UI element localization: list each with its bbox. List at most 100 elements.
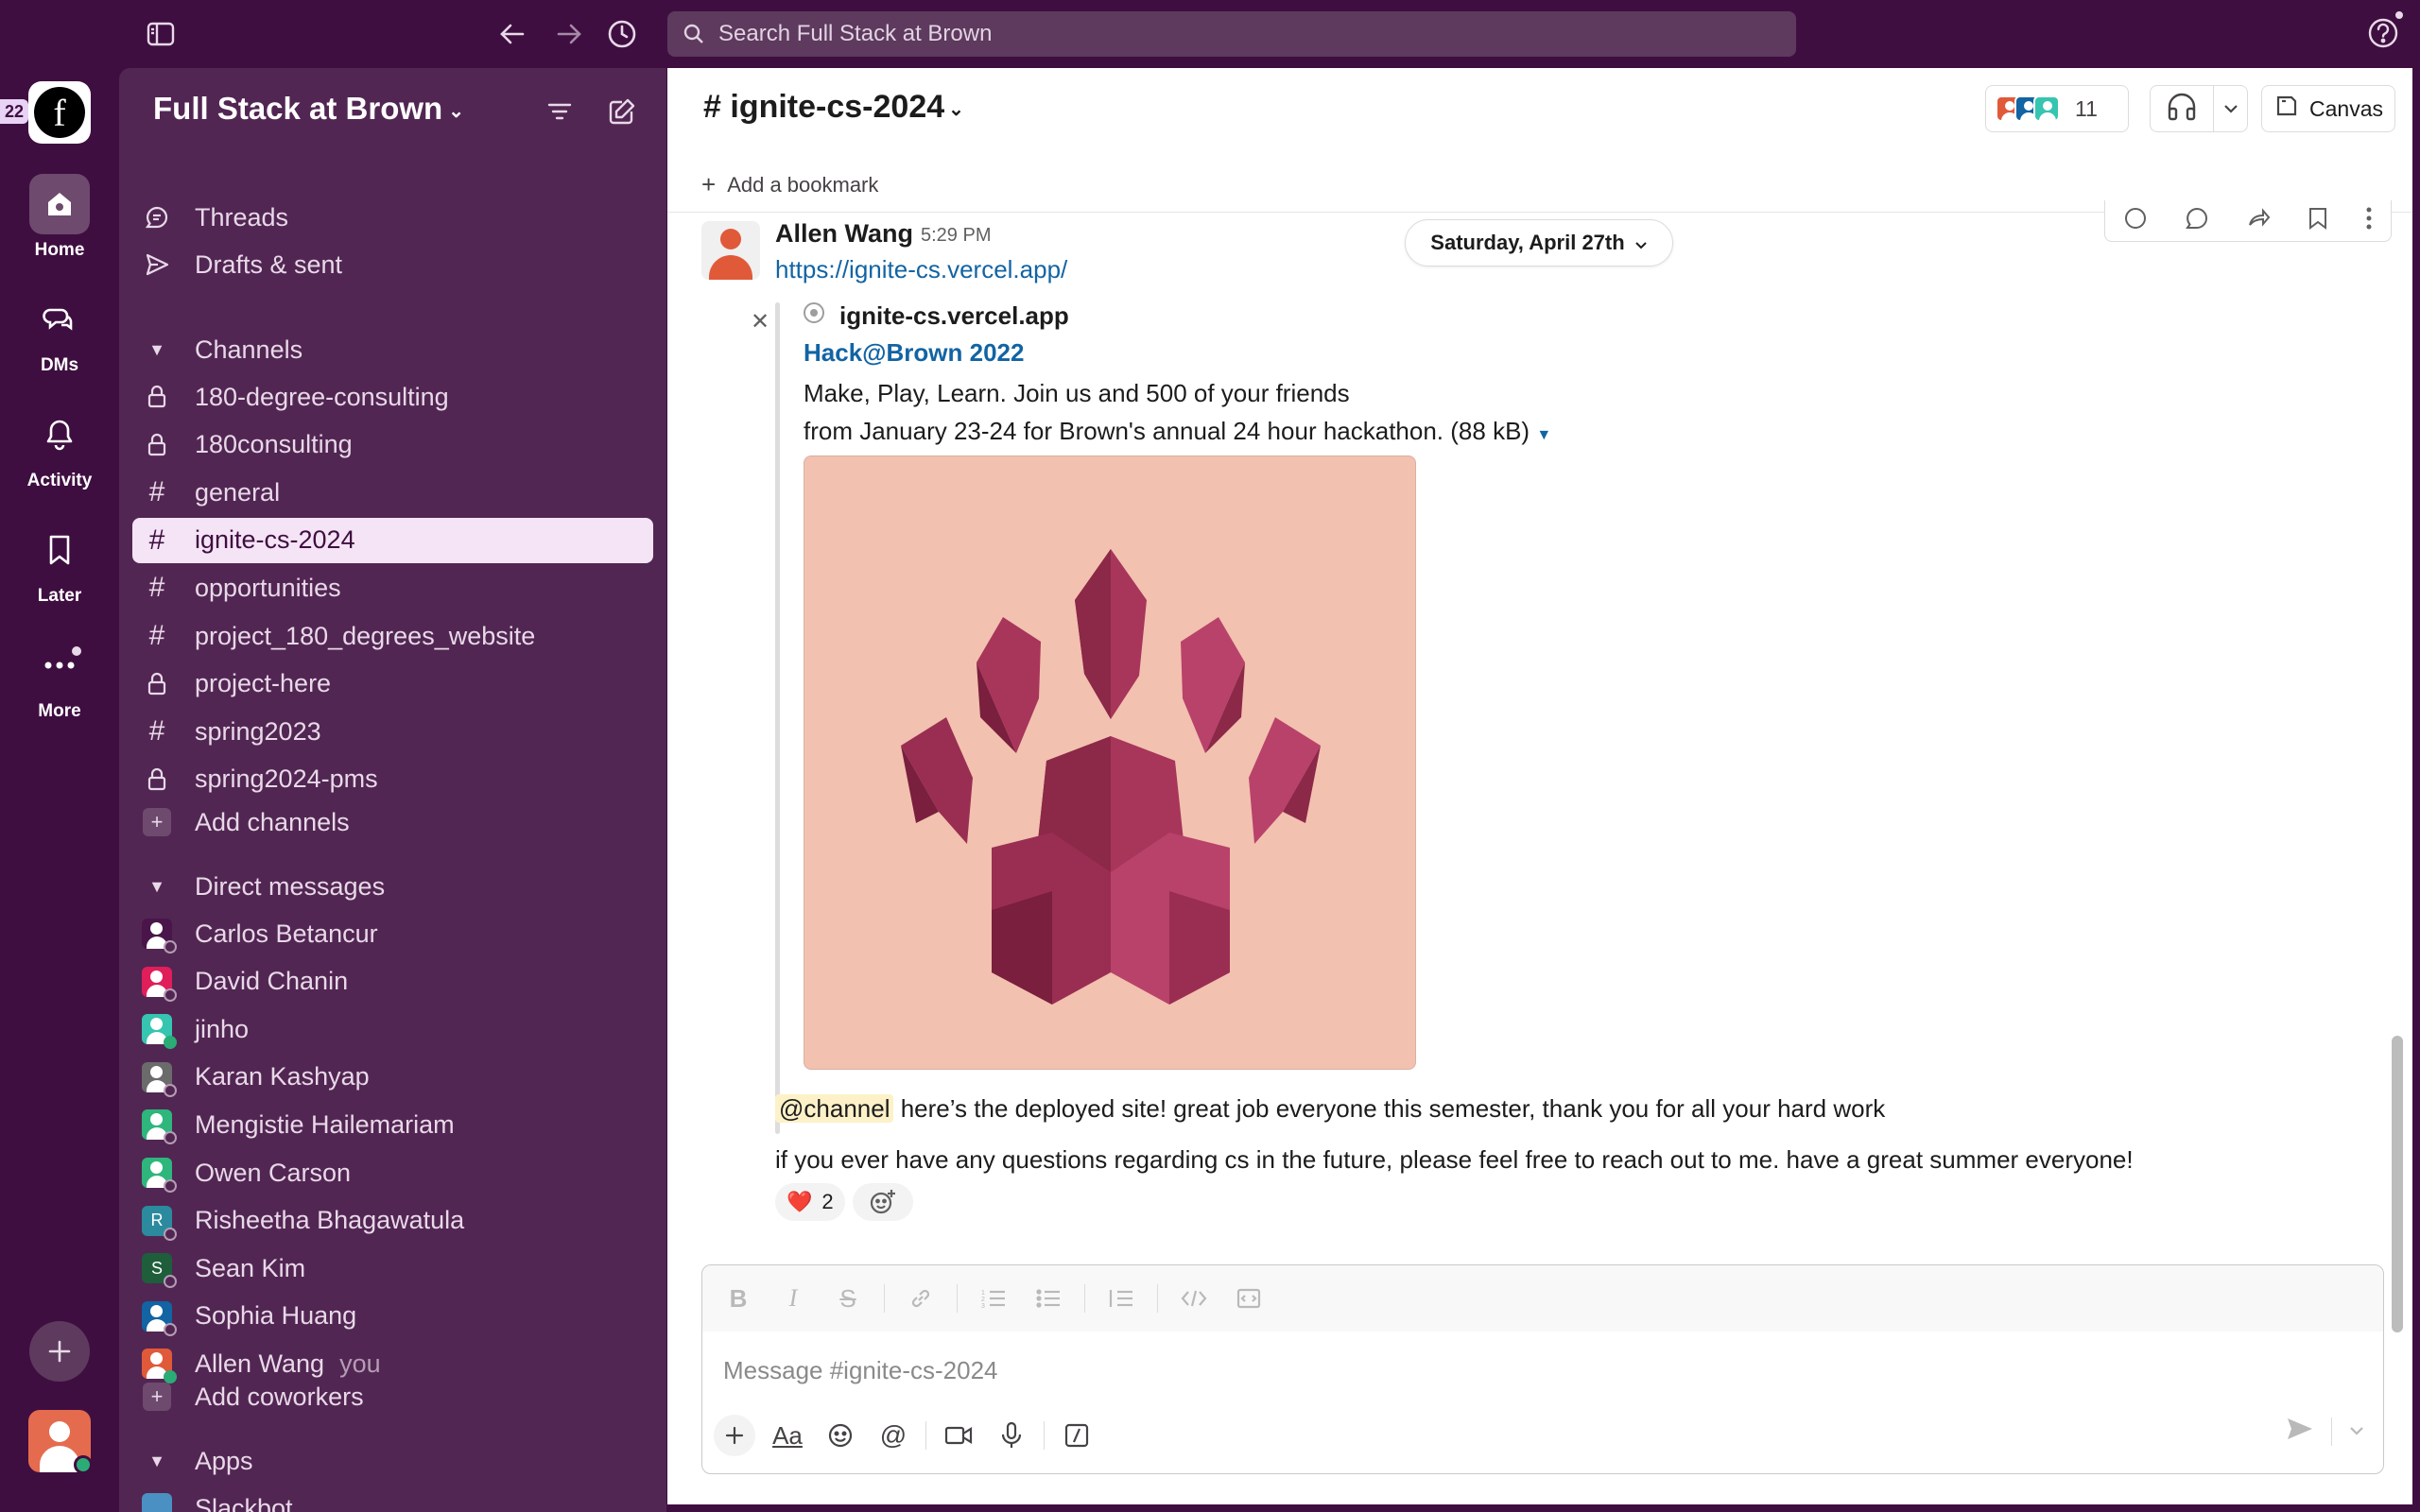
unfurl-description: Make, Play, Learn. Join us and 500 of yo… <box>804 374 1654 455</box>
sidebar-dm[interactable]: Mengistie Hailemariam <box>132 1102 653 1147</box>
reply-thread-icon[interactable] <box>2185 206 2209 235</box>
date-divider-button[interactable]: Saturday, April 27th <box>1405 219 1673 266</box>
huddle-button[interactable] <box>2150 85 2248 132</box>
help-icon[interactable] <box>2367 17 2401 51</box>
rail-activity[interactable]: Activity <box>0 404 119 491</box>
emoji-react-icon[interactable] <box>2123 206 2148 235</box>
text-format-icon[interactable]: Aa <box>767 1415 808 1456</box>
dm-name: Mengistie Hailemariam <box>195 1109 455 1139</box>
channels-section-header[interactable]: ▼ Channels <box>132 327 653 372</box>
sidebar-dm[interactable]: Sophia Huang <box>132 1294 653 1339</box>
schedule-chevron-icon[interactable] <box>2349 1423 2364 1440</box>
unfurl-site[interactable]: ignite-cs.vercel.app <box>802 301 1069 332</box>
bell-icon <box>29 404 90 465</box>
rail-dms[interactable]: DMs <box>0 289 119 376</box>
rail-more[interactable]: More <box>0 635 119 722</box>
sidebar-item-drafts[interactable]: Drafts & sent <box>132 242 653 287</box>
workspace-name[interactable]: Full Stack at Brown ⌄ <box>153 91 464 127</box>
blockquote-icon[interactable] <box>1102 1280 1140 1317</box>
sidebar-channel[interactable]: # spring2023 <box>132 709 653 754</box>
attach-plus-icon[interactable] <box>714 1415 755 1456</box>
dm-section-header[interactable]: ▼ Direct messages <box>132 864 653 909</box>
code-icon[interactable] <box>1175 1280 1213 1317</box>
link-icon[interactable] <box>902 1280 940 1317</box>
sidebar-dm[interactable]: Carlos Betancur <box>132 911 653 956</box>
unfurl-preview-image[interactable] <box>804 455 1416 1070</box>
compose-icon[interactable] <box>603 93 641 130</box>
sidebar-item-slackbot[interactable]: Slackbot <box>132 1486 653 1512</box>
share-icon[interactable] <box>2246 206 2271 235</box>
save-for-later-icon[interactable] <box>2308 206 2328 235</box>
dm-name: Allen Wang <box>195 1349 325 1378</box>
dm-name: Sean Kim <box>195 1253 306 1282</box>
scrollbar[interactable] <box>2392 1036 2403 1332</box>
code-block-icon[interactable] <box>1230 1280 1268 1317</box>
sidebar-channel[interactable]: # project_180_degrees_website <box>132 613 653 659</box>
canvas-button[interactable]: Canvas <box>2261 85 2395 132</box>
message-author[interactable]: Allen Wang <box>775 219 913 249</box>
reaction-heart[interactable]: ❤️ 2 <box>775 1183 845 1221</box>
more-actions-icon[interactable] <box>2365 206 2373 235</box>
add-workspace-button[interactable] <box>29 1321 90 1382</box>
message-composer[interactable]: B I S 123 Message #ignite-cs-2024 Aa @ <box>701 1264 2384 1474</box>
sidebar-channel[interactable]: spring2024-pms <box>132 757 653 802</box>
history-icon[interactable] <box>605 17 639 51</box>
forward-arrow-icon[interactable] <box>552 17 586 51</box>
sidebar-dm[interactable]: Karan Kashyap <box>132 1055 653 1100</box>
chevron-down-icon[interactable] <box>2213 85 2238 132</box>
sidebar-channel[interactable]: # ignite-cs-2024 <box>132 517 653 563</box>
italic-icon[interactable]: I <box>774 1280 812 1317</box>
rail-later[interactable]: Later <box>0 520 119 607</box>
workspace-badge: 22 <box>0 99 28 124</box>
sidebar-channel[interactable]: # general <box>132 470 653 515</box>
apps-header-label: Apps <box>195 1446 253 1475</box>
slash-command-icon[interactable] <box>1056 1415 1098 1456</box>
message-link[interactable]: https://ignite-cs.vercel.app/ <box>775 255 1067 284</box>
rail-home-label: Home <box>34 240 85 260</box>
member-avatar <box>2033 95 2060 122</box>
video-icon[interactable] <box>938 1415 979 1456</box>
message-text-line1: @channel here’s the deployed site! great… <box>775 1094 1885 1124</box>
sidebar-dm[interactable]: Owen Carson <box>132 1150 653 1195</box>
sidebar-channel[interactable]: project-here <box>132 662 653 707</box>
apps-section-header[interactable]: ▼ Apps <box>132 1438 653 1484</box>
members-button[interactable]: 11 <box>1985 85 2129 132</box>
channel-mention[interactable]: @channel <box>775 1094 894 1123</box>
bold-icon[interactable]: B <box>719 1280 757 1317</box>
svg-text:2: 2 <box>981 1297 985 1303</box>
member-count: 11 <box>2075 95 2098 121</box>
filter-icon[interactable] <box>541 93 579 130</box>
collapse-caret-icon[interactable]: ▼ <box>1536 427 1551 443</box>
sidebar-channel[interactable]: 180consulting <box>132 422 653 468</box>
bullet-list-icon[interactable] <box>1029 1280 1067 1317</box>
add-channels-button[interactable]: + Add channels <box>132 799 653 845</box>
message-avatar[interactable] <box>701 221 760 280</box>
microphone-icon[interactable] <box>991 1415 1032 1456</box>
strikethrough-icon[interactable]: S <box>829 1280 867 1317</box>
sidebar-dm[interactable]: Allen Wang you <box>132 1341 653 1386</box>
workspace-logo[interactable]: f <box>28 81 91 144</box>
dm-avatar <box>142 1109 177 1145</box>
search-input[interactable]: Search Full Stack at Brown <box>667 11 1796 57</box>
unfurl-title[interactable]: Hack@Brown 2022 <box>804 338 1024 368</box>
presence-status-icon <box>164 1275 177 1289</box>
close-icon[interactable]: ✕ <box>751 308 769 335</box>
sidebar-item-threads[interactable]: Threads <box>132 195 653 240</box>
sidebar-dm[interactable]: David Chanin <box>132 959 653 1005</box>
add-bookmark-button[interactable]: + Add a bookmark <box>701 170 878 199</box>
rail-home[interactable]: Home <box>0 174 119 261</box>
message-time[interactable]: 5:29 PM <box>921 225 991 247</box>
sidebar-channel[interactable]: 180-degree-consulting <box>132 374 653 420</box>
mention-icon[interactable]: @ <box>873 1415 914 1456</box>
sidebar-dm[interactable]: jinho <box>132 1006 653 1052</box>
emoji-icon[interactable] <box>820 1415 861 1456</box>
sidebar-dm[interactable]: S Sean Kim <box>132 1246 653 1291</box>
ordered-list-icon[interactable]: 123 <box>975 1280 1012 1317</box>
sidebar-dm[interactable]: R Risheetha Bhagawatula <box>132 1198 653 1244</box>
send-icon[interactable] <box>2286 1417 2314 1446</box>
back-arrow-icon[interactable] <box>495 17 529 51</box>
add-reaction-button[interactable] <box>853 1183 913 1221</box>
sidebar-toggle-icon[interactable] <box>144 17 178 51</box>
channel-title[interactable]: # ignite-cs-2024 ⌄ <box>703 89 964 126</box>
sidebar-channel[interactable]: # opportunities <box>132 565 653 610</box>
